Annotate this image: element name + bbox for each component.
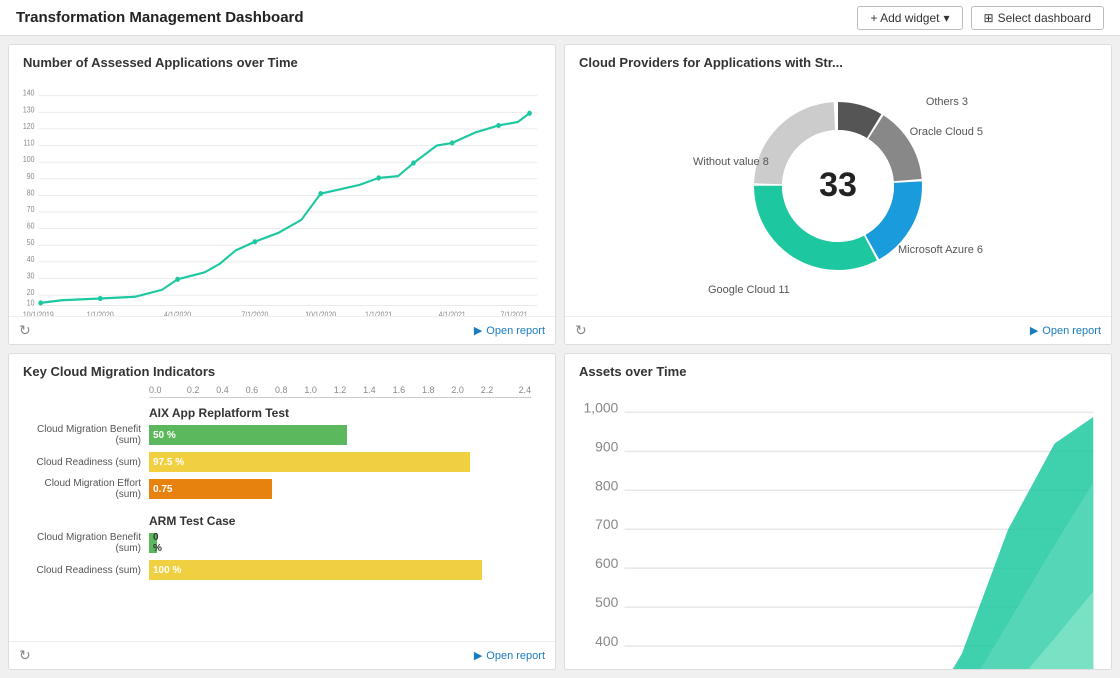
bar-fill-5: 100 % bbox=[149, 560, 482, 580]
svg-text:4/1/2021: 4/1/2021 bbox=[439, 310, 466, 316]
bar-chart-widget: Key Cloud Migration Indicators 0.0 0.2 0… bbox=[8, 353, 556, 670]
refresh-icon[interactable]: ↻ bbox=[19, 322, 31, 339]
svg-text:10/1/2020: 10/1/2020 bbox=[305, 310, 336, 316]
svg-text:100: 100 bbox=[23, 155, 35, 165]
bar-track-3: 0.75 bbox=[149, 479, 545, 499]
area-chart-title: Assets over Time bbox=[565, 354, 1111, 385]
line-chart-svg: 140 130 120 110 100 90 80 70 60 50 40 30… bbox=[19, 80, 545, 316]
select-dashboard-button[interactable]: ⊞ Select dashboard bbox=[971, 6, 1104, 30]
header: Transformation Management Dashboard + Ad… bbox=[0, 0, 1120, 36]
add-widget-label: + Add widget bbox=[870, 11, 939, 25]
svg-text:90: 90 bbox=[27, 171, 35, 181]
bar-fill-2: 97.5 % bbox=[149, 452, 470, 472]
dashboard-icon: ⊞ bbox=[984, 11, 994, 25]
line-chart-title: Number of Assessed Applications over Tim… bbox=[9, 45, 555, 76]
svg-text:10: 10 bbox=[27, 298, 35, 308]
bar-label-1: Cloud Migration Benefit (sum) bbox=[19, 424, 149, 446]
svg-text:30: 30 bbox=[27, 271, 35, 281]
play-icon-3: ▶ bbox=[474, 649, 482, 662]
bar-track-1: 50 % bbox=[149, 425, 545, 445]
svg-text:20: 20 bbox=[27, 288, 35, 298]
bar-row: Cloud Migration Effort (sum) 0.75 bbox=[19, 478, 545, 500]
donut-labels: Others 3 Oracle Cloud 5 Microsoft Azure … bbox=[688, 86, 988, 306]
area-chart-svg: 1,000 900 800 700 600 500 400 300 200 10… bbox=[575, 389, 1101, 670]
donut-label-without-value: Without value 8 bbox=[693, 156, 769, 168]
bar-axis: 0.0 0.2 0.4 0.6 0.8 1.0 1.2 1.4 1.6 1.8 … bbox=[149, 385, 531, 398]
header-actions: + Add widget ▾ ⊞ Select dashboard bbox=[857, 6, 1104, 30]
area-chart-widget: Assets over Time 1,000 900 800 700 600 5… bbox=[564, 353, 1112, 670]
bar-label-4: Cloud Migration Benefit (sum) bbox=[19, 532, 149, 554]
line-chart-footer: ↻ ▶ Open report bbox=[9, 316, 555, 344]
donut-refresh-icon[interactable]: ↻ bbox=[575, 322, 587, 339]
bar-fill-1: 50 % bbox=[149, 425, 347, 445]
play-icon-2: ▶ bbox=[1030, 324, 1038, 337]
svg-text:10/1/2019: 10/1/2019 bbox=[23, 310, 54, 316]
bar-label-2: Cloud Readiness (sum) bbox=[19, 457, 149, 468]
donut-label-google: Google Cloud 11 bbox=[708, 284, 790, 296]
svg-text:130: 130 bbox=[23, 105, 35, 115]
donut-chart-title: Cloud Providers for Applications with St… bbox=[565, 45, 1111, 76]
donut-label-oracle: Oracle Cloud 5 bbox=[910, 126, 983, 138]
dashboard-grid: Number of Assessed Applications over Tim… bbox=[0, 36, 1120, 678]
donut-label-others: Others 3 bbox=[926, 96, 968, 108]
donut-chart-open-report[interactable]: ▶ Open report bbox=[1030, 324, 1101, 337]
area-chart-area: 1,000 900 800 700 600 500 400 300 200 10… bbox=[565, 385, 1111, 670]
svg-text:40: 40 bbox=[27, 254, 35, 264]
page-title: Transformation Management Dashboard bbox=[16, 9, 304, 26]
svg-text:140: 140 bbox=[23, 88, 35, 98]
svg-text:1,000: 1,000 bbox=[583, 399, 618, 415]
line-chart-widget: Number of Assessed Applications over Tim… bbox=[8, 44, 556, 345]
line-chart-area: 140 130 120 110 100 90 80 70 60 50 40 30… bbox=[9, 76, 555, 316]
svg-text:80: 80 bbox=[27, 188, 35, 198]
svg-text:500: 500 bbox=[595, 594, 618, 610]
bar-fill-4: 0 % bbox=[149, 533, 157, 553]
bar-chart-open-report[interactable]: ▶ Open report bbox=[474, 649, 545, 662]
bar-track-2: 97.5 % bbox=[149, 452, 545, 472]
donut-chart-footer: ↻ ▶ Open report bbox=[565, 316, 1111, 344]
svg-text:7/1/2021: 7/1/2021 bbox=[501, 310, 528, 316]
svg-text:1/1/2021: 1/1/2021 bbox=[365, 310, 392, 316]
chevron-down-icon: ▾ bbox=[944, 11, 950, 25]
add-widget-button[interactable]: + Add widget ▾ bbox=[857, 6, 962, 30]
bar-label-3: Cloud Migration Effort (sum) bbox=[19, 478, 149, 500]
svg-text:600: 600 bbox=[595, 555, 618, 571]
svg-text:60: 60 bbox=[27, 221, 35, 231]
line-chart-open-report[interactable]: ▶ Open report bbox=[474, 324, 545, 337]
svg-text:1/1/2020: 1/1/2020 bbox=[87, 310, 114, 316]
bar-chart-area[interactable]: 0.0 0.2 0.4 0.6 0.8 1.0 1.2 1.4 1.6 1.8 … bbox=[9, 385, 555, 641]
bar-group-1-title: AIX App Replatform Test bbox=[149, 398, 545, 424]
svg-text:700: 700 bbox=[595, 516, 618, 532]
bar-refresh-icon[interactable]: ↻ bbox=[19, 647, 31, 664]
svg-text:900: 900 bbox=[595, 438, 618, 454]
svg-text:800: 800 bbox=[595, 477, 618, 493]
bar-row: Cloud Readiness (sum) 100 % bbox=[19, 560, 545, 580]
donut-label-azure: Microsoft Azure 6 bbox=[898, 244, 983, 256]
svg-text:4/1/2020: 4/1/2020 bbox=[164, 310, 191, 316]
svg-text:120: 120 bbox=[23, 122, 35, 132]
bar-chart-footer: ↻ ▶ Open report bbox=[9, 641, 555, 669]
svg-text:70: 70 bbox=[27, 205, 35, 215]
bar-group-2-title: ARM Test Case bbox=[149, 506, 545, 532]
bar-row: Cloud Readiness (sum) 97.5 % bbox=[19, 452, 545, 472]
bar-chart-title: Key Cloud Migration Indicators bbox=[9, 354, 555, 385]
svg-text:7/1/2020: 7/1/2020 bbox=[241, 310, 268, 316]
bar-fill-3: 0.75 bbox=[149, 479, 272, 499]
bar-label-5: Cloud Readiness (sum) bbox=[19, 565, 149, 576]
select-dashboard-label: Select dashboard bbox=[998, 11, 1091, 25]
play-icon: ▶ bbox=[474, 324, 482, 337]
bar-track-4: 0 % bbox=[149, 533, 545, 553]
donut-chart-widget: Cloud Providers for Applications with St… bbox=[564, 44, 1112, 345]
donut-chart-area: 33 Others 3 Oracle Cloud 5 Microsoft Azu… bbox=[565, 76, 1111, 316]
bar-row: Cloud Migration Benefit (sum) 0 % bbox=[19, 532, 545, 554]
bar-row: Cloud Migration Benefit (sum) 50 % bbox=[19, 424, 545, 446]
svg-text:400: 400 bbox=[595, 633, 618, 649]
svg-text:110: 110 bbox=[23, 138, 34, 148]
svg-text:50: 50 bbox=[27, 238, 35, 248]
bar-track-5: 100 % bbox=[149, 560, 545, 580]
